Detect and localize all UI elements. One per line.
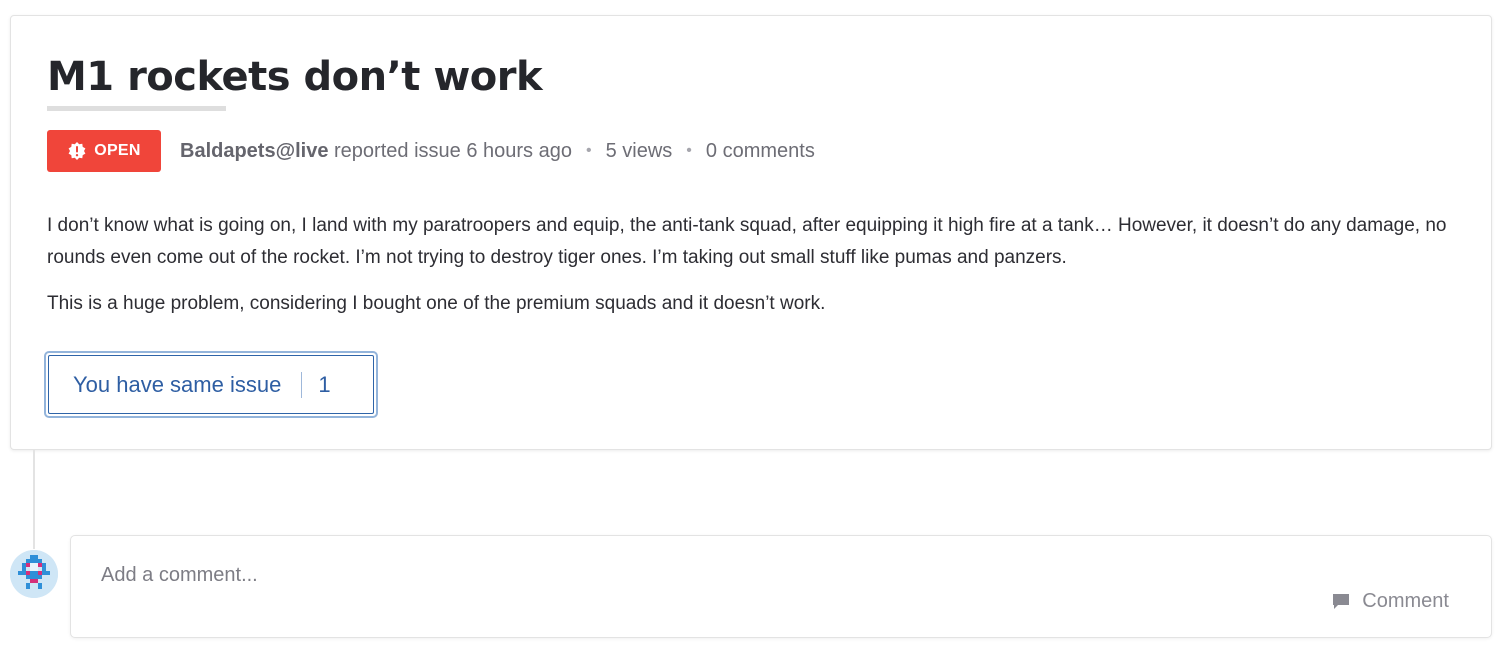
comment-submit-label: Comment <box>1362 589 1449 612</box>
comment-input[interactable] <box>101 560 1201 590</box>
thread-line <box>33 449 35 549</box>
body-paragraph: This is a huge problem, considering I bo… <box>47 293 826 314</box>
issue-title: M1 rockets don’t work <box>47 54 543 100</box>
issue-meta: OPEN Baldapets@live reported issue 6 hou… <box>47 130 815 172</box>
meta-separator: • <box>686 142 692 159</box>
body-paragraph: I don’t know what is going on, I land wi… <box>47 215 1447 268</box>
status-badge: OPEN <box>47 130 161 172</box>
same-issue-count: 1 <box>318 371 331 397</box>
same-issue-divider <box>301 371 303 398</box>
title-underline <box>47 106 226 111</box>
issue-card: M1 rockets don’t work OPEN Baldapets@liv… <box>10 15 1492 450</box>
speech-bubble-icon <box>1333 594 1350 609</box>
author-link[interactable]: Baldapets@live <box>180 140 328 162</box>
pixel-robot-avatar-icon <box>10 550 58 598</box>
comment-form: Comment <box>70 535 1492 638</box>
same-issue-button[interactable]: You have same issue 1 <box>44 351 378 418</box>
avatar[interactable] <box>10 550 58 598</box>
meta-text: Baldapets@live reported issue 6 hours ag… <box>180 140 572 163</box>
timestamp: 6 hours ago <box>466 139 572 162</box>
meta-separator: • <box>585 142 592 159</box>
comments-count: 0 comments <box>705 139 815 162</box>
comment-submit-button[interactable]: Comment <box>1332 586 1449 616</box>
issue-body: I don’t know what is going on, I land wi… <box>47 210 1447 320</box>
status-label: OPEN <box>94 142 141 159</box>
alert-icon <box>68 142 86 160</box>
views-count: 5 views <box>605 139 673 162</box>
action-text: reported issue <box>334 139 461 162</box>
same-issue-label: You have same issue <box>73 371 282 397</box>
same-issue-inner: You have same issue 1 <box>48 355 374 414</box>
